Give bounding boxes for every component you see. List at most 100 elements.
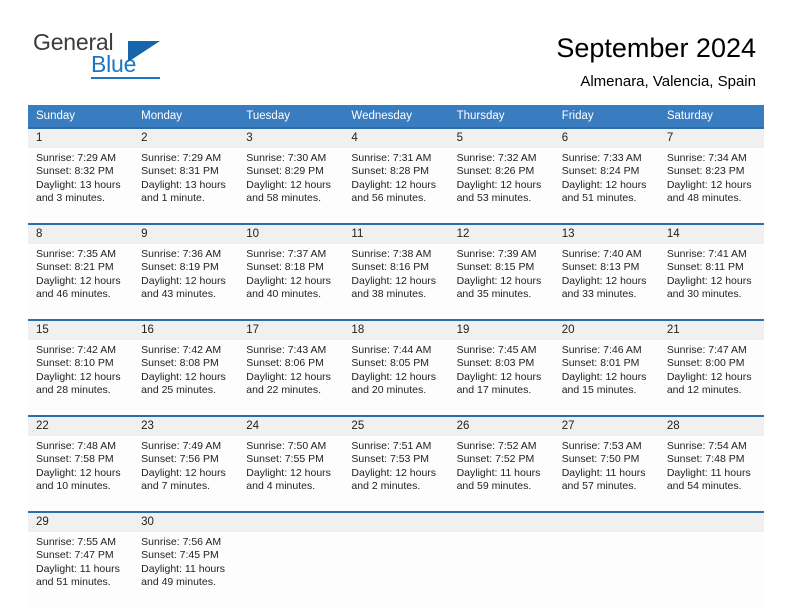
day-cell[interactable]: Sunrise: 7:46 AM Sunset: 8:01 PM Dayligh…: [553, 340, 659, 416]
day-cell[interactable]: Sunrise: 7:40 AM Sunset: 8:13 PM Dayligh…: [553, 244, 659, 320]
sunrise-text: Sunrise: 7:56 AM: [141, 536, 222, 548]
day-cell[interactable]: Sunrise: 7:51 AM Sunset: 7:53 PM Dayligh…: [343, 436, 449, 512]
week-5-daynumbers: 29 30: [28, 511, 764, 532]
sunrise-text: Sunrise: 7:40 AM: [561, 248, 642, 260]
day-number[interactable]: 3: [238, 127, 344, 148]
day-cell[interactable]: Sunrise: 7:41 AM Sunset: 8:11 PM Dayligh…: [658, 244, 764, 320]
day-number[interactable]: 5: [448, 127, 554, 148]
weekday-header-friday: Friday: [553, 105, 659, 128]
day-number[interactable]: 24: [238, 415, 344, 436]
day-number[interactable]: 7: [658, 127, 764, 148]
day-cell[interactable]: Sunrise: 7:47 AM Sunset: 8:00 PM Dayligh…: [658, 340, 764, 416]
day-number[interactable]: 12: [448, 223, 554, 244]
day-cell[interactable]: Sunrise: 7:43 AM Sunset: 8:06 PM Dayligh…: [238, 340, 344, 416]
day-number[interactable]: 26: [448, 415, 554, 436]
day-cell[interactable]: Sunrise: 7:33 AM Sunset: 8:24 PM Dayligh…: [553, 148, 659, 224]
day-number[interactable]: 19: [448, 319, 554, 340]
day-cell[interactable]: Sunrise: 7:36 AM Sunset: 8:19 PM Dayligh…: [133, 244, 239, 320]
daylight-text-cont: and 4 minutes.: [246, 480, 316, 493]
daylight-text-cont: and 35 minutes.: [456, 288, 532, 301]
day-cell[interactable]: Sunrise: 7:56 AM Sunset: 7:45 PM Dayligh…: [133, 532, 239, 607]
day-number[interactable]: 9: [133, 223, 239, 244]
day-number[interactable]: 30: [133, 511, 239, 532]
day-number[interactable]: 16: [133, 319, 239, 340]
day-number[interactable]: 27: [553, 415, 659, 436]
day-number[interactable]: 28: [658, 415, 764, 436]
day-number[interactable]: 18: [343, 319, 449, 340]
sunrise-text: Sunrise: 7:44 AM: [351, 344, 432, 356]
day-cell[interactable]: Sunrise: 7:49 AM Sunset: 7:56 PM Dayligh…: [133, 436, 239, 512]
sunrise-text: Sunrise: 7:45 AM: [456, 344, 537, 356]
daylight-text: Daylight: 11 hours: [456, 466, 541, 479]
day-number[interactable]: 6: [553, 127, 659, 148]
sunrise-text: Sunrise: 7:48 AM: [36, 440, 116, 452]
week-2-daynumbers: 8 9 10 11 12 13 14: [28, 223, 764, 244]
sunset-text: Sunset: 8:31 PM: [141, 165, 219, 178]
day-number[interactable]: 22: [28, 415, 134, 436]
day-cell[interactable]: Sunrise: 7:53 AM Sunset: 7:50 PM Dayligh…: [553, 436, 659, 512]
day-number[interactable]: 21: [658, 319, 764, 340]
day-cell[interactable]: Sunrise: 7:50 AM Sunset: 7:55 PM Dayligh…: [238, 436, 344, 512]
day-number[interactable]: 15: [28, 319, 134, 340]
day-cell[interactable]: Sunrise: 7:29 AM Sunset: 8:32 PM Dayligh…: [28, 148, 134, 224]
day-number[interactable]: 25: [343, 415, 449, 436]
sunrise-text: Sunrise: 7:37 AM: [246, 248, 327, 260]
day-cell[interactable]: Sunrise: 7:52 AM Sunset: 7:52 PM Dayligh…: [448, 436, 554, 512]
day-cell[interactable]: Sunrise: 7:30 AM Sunset: 8:29 PM Dayligh…: [238, 148, 344, 224]
sunset-text: Sunset: 8:19 PM: [141, 261, 219, 274]
daylight-text: Daylight: 12 hours: [666, 178, 752, 191]
sunrise-text: Sunrise: 7:29 AM: [36, 152, 116, 164]
sunset-text: Sunset: 8:08 PM: [141, 357, 219, 370]
daylight-text: Daylight: 12 hours: [36, 274, 121, 287]
day-cell[interactable]: Sunrise: 7:37 AM Sunset: 8:18 PM Dayligh…: [238, 244, 344, 320]
generalblue-logo[interactable]: General Blue: [33, 30, 213, 86]
daylight-text-cont: and 40 minutes.: [246, 288, 321, 301]
daylight-text-cont: and 1 minute.: [141, 192, 205, 205]
sunset-text: Sunset: 8:03 PM: [456, 357, 535, 370]
daylight-text: Daylight: 12 hours: [666, 370, 752, 383]
page-title: September 2024: [556, 33, 756, 63]
day-number[interactable]: 20: [553, 319, 659, 340]
day-number-empty: [238, 511, 344, 532]
day-cell[interactable]: Sunrise: 7:31 AM Sunset: 8:28 PM Dayligh…: [343, 148, 449, 224]
sunrise-text: Sunrise: 7:30 AM: [246, 152, 327, 164]
day-number[interactable]: 10: [238, 223, 344, 244]
day-number[interactable]: 14: [658, 223, 764, 244]
sunset-text: Sunset: 8:26 PM: [456, 165, 535, 178]
page-header: General Blue September 2024 Almenara, Va…: [0, 22, 792, 94]
day-cell[interactable]: Sunrise: 7:32 AM Sunset: 8:26 PM Dayligh…: [448, 148, 554, 224]
daylight-text-cont: and 33 minutes.: [561, 288, 637, 301]
day-number[interactable]: 1: [28, 127, 134, 148]
day-cell[interactable]: Sunrise: 7:39 AM Sunset: 8:15 PM Dayligh…: [448, 244, 554, 320]
sunrise-text: Sunrise: 7:46 AM: [561, 344, 642, 356]
daylight-text-cont: and 59 minutes.: [456, 480, 532, 493]
daylight-text-cont: and 51 minutes.: [561, 192, 637, 205]
sunrise-text: Sunrise: 7:53 AM: [561, 440, 642, 452]
day-cell[interactable]: Sunrise: 7:44 AM Sunset: 8:05 PM Dayligh…: [343, 340, 449, 416]
day-number[interactable]: 11: [343, 223, 449, 244]
sunset-text: Sunset: 8:21 PM: [36, 261, 114, 274]
day-cell[interactable]: Sunrise: 7:42 AM Sunset: 8:08 PM Dayligh…: [133, 340, 239, 416]
day-number[interactable]: 13: [553, 223, 659, 244]
day-cell-empty: [658, 532, 764, 607]
week-1-details: Sunrise: 7:29 AM Sunset: 8:32 PM Dayligh…: [28, 148, 764, 224]
day-cell[interactable]: Sunrise: 7:54 AM Sunset: 7:48 PM Dayligh…: [658, 436, 764, 512]
day-cell[interactable]: Sunrise: 7:48 AM Sunset: 7:58 PM Dayligh…: [28, 436, 134, 512]
day-cell[interactable]: Sunrise: 7:42 AM Sunset: 8:10 PM Dayligh…: [28, 340, 134, 416]
day-cell[interactable]: Sunrise: 7:45 AM Sunset: 8:03 PM Dayligh…: [448, 340, 554, 416]
title-block: September 2024 Almenara, Valencia, Spain: [556, 22, 756, 92]
logo-underline: [91, 77, 160, 79]
sunrise-text: Sunrise: 7:51 AM: [351, 440, 432, 452]
sunset-text: Sunset: 7:56 PM: [141, 453, 219, 466]
day-number[interactable]: 8: [28, 223, 134, 244]
day-cell[interactable]: Sunrise: 7:29 AM Sunset: 8:31 PM Dayligh…: [133, 148, 239, 224]
day-cell[interactable]: Sunrise: 7:35 AM Sunset: 8:21 PM Dayligh…: [28, 244, 134, 320]
day-cell[interactable]: Sunrise: 7:34 AM Sunset: 8:23 PM Dayligh…: [658, 148, 764, 224]
day-cell[interactable]: Sunrise: 7:55 AM Sunset: 7:47 PM Dayligh…: [28, 532, 134, 607]
day-cell[interactable]: Sunrise: 7:38 AM Sunset: 8:16 PM Dayligh…: [343, 244, 449, 320]
day-number[interactable]: 17: [238, 319, 344, 340]
day-number[interactable]: 2: [133, 127, 239, 148]
day-number[interactable]: 29: [28, 511, 134, 532]
day-number[interactable]: 4: [343, 127, 449, 148]
day-number[interactable]: 23: [133, 415, 239, 436]
